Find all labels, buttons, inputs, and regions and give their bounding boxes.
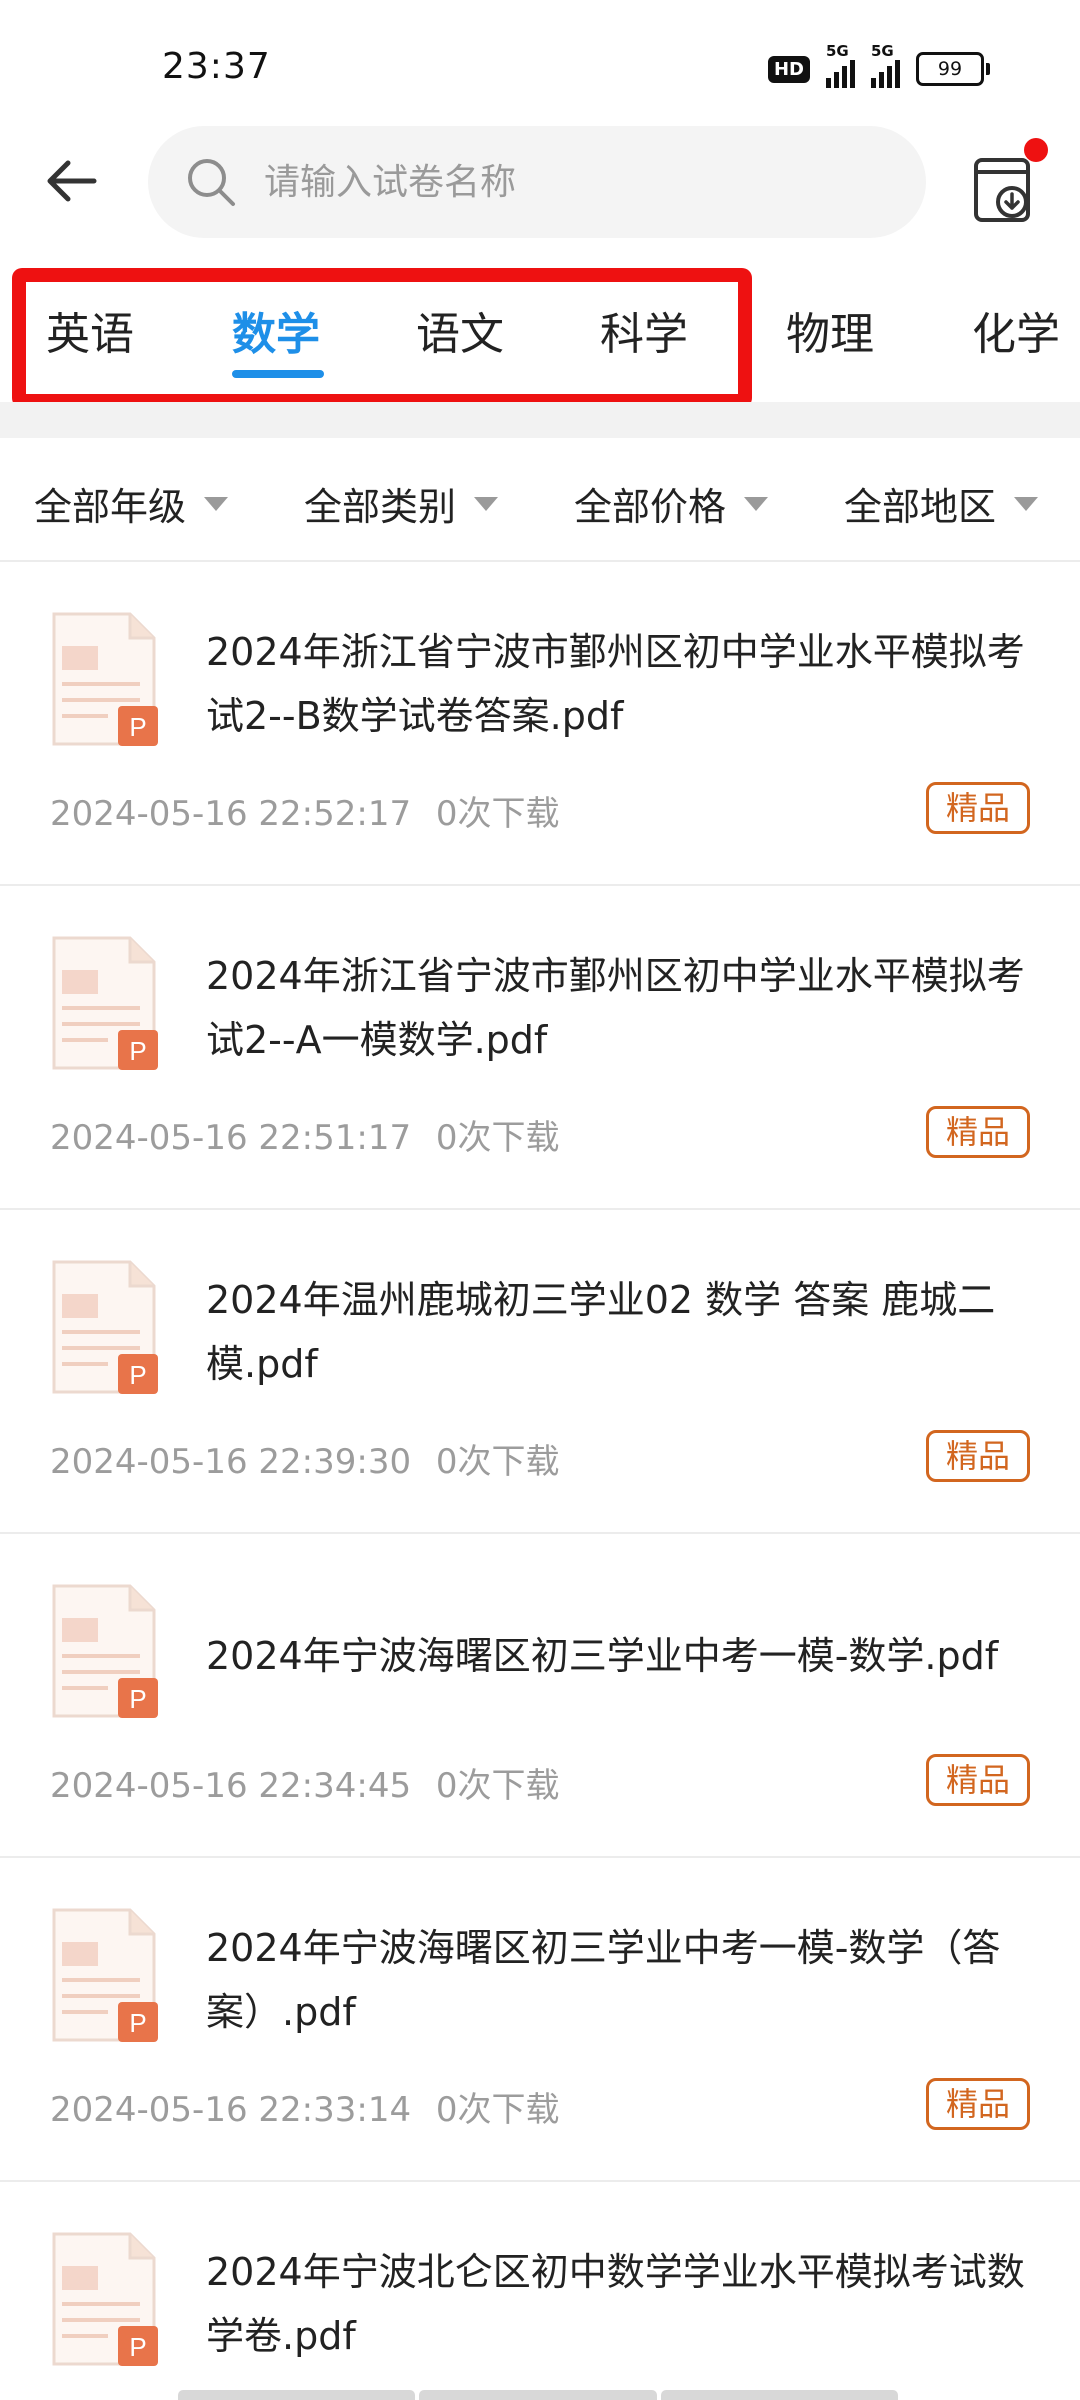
active-tab-indicator [232, 370, 324, 378]
tab-science[interactable]: 科学 [600, 298, 688, 362]
svg-text:P: P [129, 1036, 146, 1066]
paper-download-count: 0次下载 [435, 1118, 560, 1158]
status-bar: 23:37 HD 5G 5G 99 [0, 0, 1080, 110]
download-manager-button[interactable] [970, 138, 1050, 228]
battery-level: 99 [916, 52, 984, 86]
signal-icon: 5G [826, 42, 855, 88]
header [0, 120, 1080, 245]
svg-text:P: P [129, 2008, 146, 2038]
paper-meta: 2024-05-16 22:34:45 0次下载 [50, 1758, 560, 1807]
paper-list-item[interactable]: P 2024年宁波海曙区初三学业中考一模-数学.pdf 2024-05-16 2… [0, 1534, 1080, 1858]
tab-math[interactable]: 数学 [232, 298, 320, 362]
subject-tabs: 英语 数学 语文 科学 物理 化学 [0, 260, 1080, 400]
paper-list: P 2024年浙江省宁波市鄞州区初中学业水平模拟考试2--B数学试卷答案.pdf… [0, 562, 1080, 2400]
paper-meta: 2024-05-16 22:33:14 0次下载 [50, 2082, 560, 2131]
back-arrow-icon [47, 160, 97, 202]
paper-list-item[interactable]: P 2024年浙江省宁波市鄞州区初中学业水平模拟考试2--B数学试卷答案.pdf… [0, 562, 1080, 886]
pdf-file-icon: P [52, 1260, 158, 1394]
notification-dot [1024, 138, 1048, 162]
pdf-file-icon: P [52, 2232, 158, 2366]
caret-down-icon [204, 496, 229, 511]
caret-down-icon [744, 496, 769, 511]
back-button[interactable] [36, 145, 108, 217]
paper-meta: 2024-05-16 22:39:30 0次下载 [50, 1434, 560, 1483]
caret-down-icon [474, 496, 499, 511]
battery-icon: 99 [916, 52, 990, 86]
filter-region-label: 全部地区 [844, 485, 997, 529]
svg-text:P: P [129, 712, 146, 742]
svg-text:P: P [129, 1684, 146, 1714]
paper-datetime: 2024-05-16 22:33:14 [50, 2090, 412, 2130]
search-box[interactable] [148, 126, 926, 238]
tab-chinese[interactable]: 语文 [416, 298, 504, 362]
caret-down-icon [1014, 496, 1039, 511]
filter-price[interactable]: 全部价格 [574, 476, 769, 531]
premium-badge: 精品 [926, 2078, 1030, 2130]
paper-title: 2024年宁波海曙区初三学业中考一模-数学（答案）.pdf [206, 1926, 1001, 2034]
filter-category-label: 全部类别 [304, 485, 457, 529]
paper-title: 2024年宁波北仑区初中数学学业水平模拟考试数学卷.pdf [206, 2250, 1025, 2358]
hd-voice-icon: HD [767, 55, 810, 83]
svg-text:P: P [129, 1360, 146, 1390]
paper-download-count: 0次下载 [435, 794, 560, 834]
network-type-label-2: 5G [871, 42, 894, 60]
section-divider [0, 402, 1080, 438]
paper-datetime: 2024-05-16 22:34:45 [50, 1766, 412, 1806]
paper-download-count: 0次下载 [435, 1766, 560, 1806]
paper-datetime: 2024-05-16 22:39:30 [50, 1442, 412, 1482]
bottom-scroll-indicator [178, 2390, 898, 2400]
tab-physics[interactable]: 物理 [786, 298, 874, 362]
app-screen: 23:37 HD 5G 5G 99 请输入试卷名称 英语 数学 语文 科学 物理… [0, 0, 1080, 2400]
paper-title: 2024年浙江省宁波市鄞州区初中学业水平模拟考试2--A一模数学.pdf [206, 954, 1025, 1062]
paper-list-item[interactable]: P 2024年温州鹿城初三学业02 数学 答案 鹿城二模.pdf 2024-05… [0, 1210, 1080, 1534]
filter-region[interactable]: 全部地区 [844, 476, 1039, 531]
paper-datetime: 2024-05-16 22:51:17 [50, 1118, 412, 1158]
status-time: 23:37 [162, 46, 271, 87]
premium-badge: 精品 [926, 1754, 1030, 1806]
paper-title: 2024年温州鹿城初三学业02 数学 答案 鹿城二模.pdf [206, 1278, 996, 1386]
filter-grade-label: 全部年级 [34, 485, 187, 529]
paper-list-item[interactable]: P 2024年宁波北仑区初中数学学业水平模拟考试数学卷.pdf [0, 2182, 1080, 2400]
paper-meta: 2024-05-16 22:51:17 0次下载 [50, 1110, 560, 1159]
paper-list-item[interactable]: P 2024年浙江省宁波市鄞州区初中学业水平模拟考试2--A一模数学.pdf 2… [0, 886, 1080, 1210]
pdf-file-icon: P [52, 1584, 158, 1718]
signal-icon-2: 5G [871, 42, 900, 88]
status-icons: HD 5G 5G 99 [767, 42, 990, 88]
filter-grade[interactable]: 全部年级 [34, 476, 229, 531]
search-input[interactable] [262, 160, 886, 204]
network-type-label: 5G [826, 42, 849, 60]
pdf-file-icon: P [52, 936, 158, 1070]
premium-badge: 精品 [926, 782, 1030, 834]
paper-title: 2024年宁波海曙区初三学业中考一模-数学.pdf [206, 1634, 999, 1678]
svg-text:P: P [129, 2332, 146, 2362]
paper-title: 2024年浙江省宁波市鄞州区初中学业水平模拟考试2--B数学试卷答案.pdf [206, 630, 1025, 738]
filter-bar: 全部年级 全部类别 全部价格 全部地区 [0, 438, 1080, 562]
paper-download-count: 0次下载 [435, 1442, 560, 1482]
paper-meta: 2024-05-16 22:52:17 0次下载 [50, 786, 560, 835]
premium-badge: 精品 [926, 1430, 1030, 1482]
paper-datetime: 2024-05-16 22:52:17 [50, 794, 412, 834]
tab-chemistry[interactable]: 化学 [972, 298, 1060, 362]
search-icon [184, 155, 238, 209]
pdf-file-icon: P [52, 1908, 158, 2042]
paper-list-item[interactable]: P 2024年宁波海曙区初三学业中考一模-数学（答案）.pdf 2024-05-… [0, 1858, 1080, 2182]
premium-badge: 精品 [926, 1106, 1030, 1158]
filter-category[interactable]: 全部类别 [304, 476, 499, 531]
paper-download-count: 0次下载 [435, 2090, 560, 2130]
pdf-file-icon: P [52, 612, 158, 746]
filter-price-label: 全部价格 [574, 485, 727, 529]
tab-english[interactable]: 英语 [46, 298, 134, 362]
